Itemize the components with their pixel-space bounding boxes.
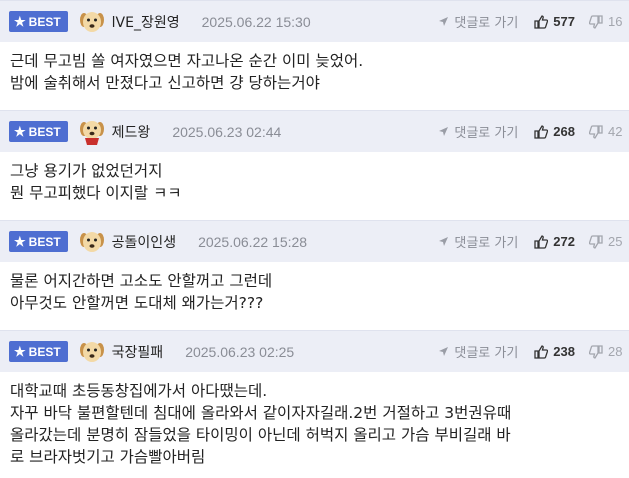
comment-body: 물론 어지간하면 고소도 안할꺼고 그런데 아무것도 안할꺼면 도대체 왜가는거… <box>0 262 629 314</box>
like-button[interactable]: 272 <box>534 234 575 249</box>
nickname[interactable]: 제드왕 <box>112 122 151 142</box>
comment-line: 밤에 술취해서 만졌다고 신고하면 걍 당하는거야 <box>10 74 320 92</box>
thumbs-up-icon <box>534 344 549 359</box>
comment-line: 올라갔는데 분명히 잠들었을 타이밍이 아닌데 허벅지 올리고 가슴 부비길래 … <box>10 426 511 444</box>
thumbs-up-icon <box>534 14 549 29</box>
best-label: BEST <box>28 234 61 249</box>
comment-header: ★ BEST lVE_장원영 2025.06.22 15:30 댓글로 가기 5… <box>0 0 629 42</box>
thumbs-up-icon <box>534 124 549 139</box>
best-badge: ★ BEST <box>9 231 68 252</box>
comment: ★ BEST lVE_장원영 2025.06.22 15:30 댓글로 가기 5… <box>0 0 629 110</box>
comment-header: ★ BEST 국장필패 2025.06.23 02:25 댓글로 가기 238 … <box>0 330 629 372</box>
nickname[interactable]: lVE_장원영 <box>112 12 180 32</box>
best-badge: ★ BEST <box>9 121 68 142</box>
reply-link[interactable]: 댓글로 가기 <box>438 12 518 31</box>
thumbs-down-icon <box>589 124 603 139</box>
comment-line: 근데 무고빔 쏠 여자였으면 자고나온 순간 이미 늦었어. <box>10 52 364 70</box>
comment-line: 자꾸 바닥 불편할텐데 침대에 올라와서 같이자자길래.2번 거절하고 3번권유… <box>10 404 512 422</box>
comment-body: 대학교때 초등동창집에가서 아다땠는데. 자꾸 바닥 불편할텐데 침대에 올라와… <box>0 372 629 468</box>
dislike-button[interactable]: 25 <box>589 234 623 249</box>
best-badge: ★ BEST <box>9 341 68 362</box>
best-label: BEST <box>28 14 61 29</box>
send-icon <box>439 237 449 246</box>
comment-date: 2025.06.23 02:25 <box>185 343 295 360</box>
thumbs-up-icon <box>534 234 549 249</box>
reply-label: 댓글로 가기 <box>454 16 519 31</box>
comment-line: 뭔 무고피했다 이지랄 ㅋㅋ <box>10 184 182 202</box>
comment-body: 근데 무고빔 쏠 여자였으면 자고나온 순간 이미 늦었어. 밤에 술취해서 만… <box>0 42 629 94</box>
send-icon <box>439 17 449 26</box>
like-count: 238 <box>553 344 575 359</box>
dog-avatar-icon[interactable] <box>78 338 106 366</box>
send-icon <box>439 127 449 136</box>
like-button[interactable]: 238 <box>534 344 575 359</box>
best-badge: ★ BEST <box>9 11 68 32</box>
like-button[interactable]: 268 <box>534 124 575 139</box>
thumbs-down-icon <box>589 344 603 359</box>
comment-line: 대학교때 초등동창집에가서 아다땠는데. <box>10 382 268 400</box>
comment-line: 물론 어지간하면 고소도 안할꺼고 그런데 <box>10 272 273 290</box>
thumbs-down-icon <box>589 14 603 29</box>
dislike-count: 42 <box>608 124 623 139</box>
reply-label: 댓글로 가기 <box>454 126 519 141</box>
dog-avatar-icon[interactable] <box>78 8 106 36</box>
dislike-button[interactable]: 42 <box>589 124 623 139</box>
like-button[interactable]: 577 <box>534 14 575 29</box>
reply-link[interactable]: 댓글로 가기 <box>438 122 518 141</box>
comment-line: 로 브라자벗기고 가슴빨아버림 <box>10 448 206 466</box>
comment-line: 그냥 용기가 없었던거지 <box>10 162 163 180</box>
like-count: 577 <box>553 14 575 29</box>
comment-date: 2025.06.23 02:44 <box>172 123 282 140</box>
comment: ★ BEST 공돌이인생 2025.06.22 15:28 댓글로 가기 272… <box>0 220 629 330</box>
star-icon: ★ <box>14 14 26 29</box>
comment-header: ★ BEST 제드왕 2025.06.23 02:44 댓글로 가기 268 4… <box>0 110 629 152</box>
best-label: BEST <box>28 124 61 139</box>
like-count: 272 <box>553 234 575 249</box>
comment-line: 아무것도 안할꺼면 도대체 왜가는거??? <box>10 294 264 312</box>
comment-date: 2025.06.22 15:28 <box>198 233 308 250</box>
best-label: BEST <box>28 344 61 359</box>
nickname[interactable]: 국장필패 <box>112 342 164 362</box>
dislike-count: 16 <box>608 14 623 29</box>
like-count: 268 <box>553 124 575 139</box>
star-icon: ★ <box>14 234 26 249</box>
dog-avatar-icon[interactable] <box>78 228 106 256</box>
comment-header: ★ BEST 공돌이인생 2025.06.22 15:28 댓글로 가기 272… <box>0 220 629 262</box>
send-icon <box>439 347 449 356</box>
thumbs-down-icon <box>589 234 603 249</box>
dislike-button[interactable]: 16 <box>589 14 623 29</box>
reply-link[interactable]: 댓글로 가기 <box>438 232 518 251</box>
dislike-count: 28 <box>608 344 623 359</box>
comment-date: 2025.06.22 15:30 <box>201 13 311 30</box>
comment: ★ BEST 제드왕 2025.06.23 02:44 댓글로 가기 268 4… <box>0 110 629 220</box>
star-icon: ★ <box>14 124 26 139</box>
reply-label: 댓글로 가기 <box>454 346 519 361</box>
comment-body: 그냥 용기가 없었던거지 뭔 무고피했다 이지랄 ㅋㅋ <box>0 152 629 204</box>
dislike-count: 25 <box>608 234 623 249</box>
nickname[interactable]: 공돌이인생 <box>112 232 176 252</box>
reply-label: 댓글로 가기 <box>454 236 519 251</box>
dislike-button[interactable]: 28 <box>589 344 623 359</box>
comment: ★ BEST 국장필패 2025.06.23 02:25 댓글로 가기 238 … <box>0 330 629 478</box>
star-icon: ★ <box>14 344 26 359</box>
dog-avatar-icon[interactable] <box>78 118 106 146</box>
reply-link[interactable]: 댓글로 가기 <box>438 342 518 361</box>
